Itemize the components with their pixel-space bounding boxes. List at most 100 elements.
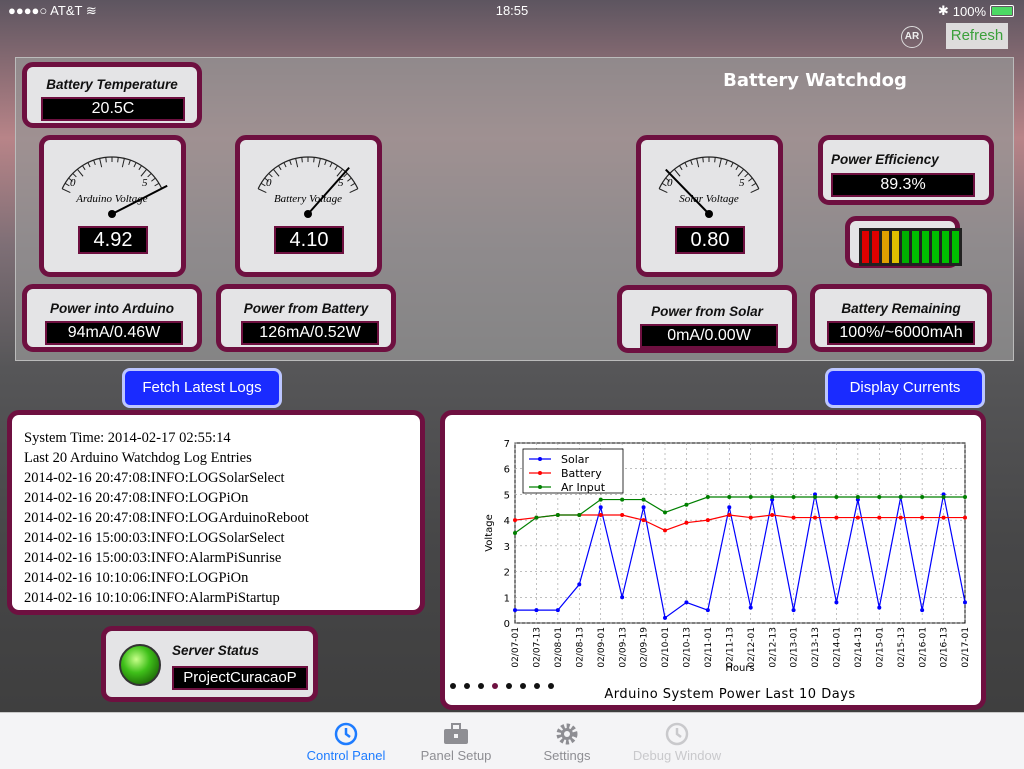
data-point (877, 495, 882, 499)
page-dot[interactable] (492, 683, 498, 689)
solar-voltage-gauge: 0 5 Solar Voltage 0.80 (636, 135, 783, 277)
page-indicator[interactable] (450, 683, 554, 689)
legend-marker (538, 471, 542, 475)
x-tick-label: 02/08-13 (575, 627, 585, 668)
gauge-tick (334, 165, 338, 171)
data-point (598, 505, 603, 510)
data-point (663, 615, 667, 620)
battery-level-bars (859, 228, 962, 266)
battery-level-segment (952, 231, 959, 263)
data-point (813, 495, 817, 499)
x-tick-label: 02/11-13 (725, 627, 735, 668)
power-from-solar-value: 0mA/0.00W (640, 324, 778, 348)
gauge-tick (725, 159, 728, 166)
chart-title: Arduino System Power Last 10 Days (604, 687, 855, 702)
gauge-tick (128, 159, 131, 166)
gauge-tick (735, 165, 739, 171)
page-dot[interactable] (478, 683, 484, 689)
data-point (791, 495, 796, 499)
page-dot[interactable] (548, 683, 554, 689)
fetch-logs-button[interactable]: Fetch Latest Logs (122, 368, 282, 408)
gauge-value: 4.92 (78, 226, 148, 254)
x-tick-label: 02/07-13 (533, 627, 543, 668)
data-point (555, 513, 560, 517)
gauge-tick (295, 158, 299, 168)
tab-settings[interactable]: Settings (507, 720, 627, 763)
data-point (534, 515, 539, 520)
gauge-tick (151, 177, 156, 182)
data-point (855, 515, 860, 520)
x-tick-label: 02/16-01 (918, 627, 928, 668)
page-dot[interactable] (464, 683, 470, 689)
data-point (705, 518, 710, 523)
page-dot[interactable] (506, 683, 512, 689)
page-dot[interactable] (520, 683, 526, 689)
battery-level-segment (892, 231, 899, 263)
tab-debug-window-label: Debug Window (632, 748, 722, 763)
server-status-value: ProjectCuracaoP (172, 666, 308, 690)
tab-control-panel[interactable]: Control Panel (286, 720, 406, 763)
gauge-tick (283, 162, 287, 168)
log-panel[interactable]: System Time: 2014-02-17 02:55:14 Last 20 … (7, 410, 425, 615)
battery-icon (990, 5, 1014, 17)
power-from-battery-label: Power from Battery (243, 301, 369, 316)
page-dot[interactable] (450, 683, 456, 689)
gauge-pivot (304, 210, 312, 218)
gauge-title: Arduino Voltage (75, 193, 148, 205)
clock: 18:55 (495, 3, 529, 18)
data-point (963, 515, 967, 520)
gauge-min-label: 0 (667, 177, 673, 189)
tab-debug-window[interactable]: Debug Window (617, 720, 737, 763)
log-line: 2014-02-16 20:47:08:INFO:LOGPiOn (24, 490, 249, 506)
gauge-tick (329, 162, 333, 168)
x-tick-label: 02/17-01 (961, 627, 971, 668)
gauge-tick (313, 157, 315, 163)
battery-temperature-value: 20.5C (41, 97, 185, 121)
data-point (555, 608, 560, 613)
gauge-tick (696, 158, 700, 168)
gauge-tick (154, 182, 160, 187)
legend-label: Solar (561, 453, 590, 466)
gauge-tick (257, 188, 267, 194)
clock-icon (617, 720, 737, 748)
battery-percent: 100% (952, 3, 986, 19)
data-point (641, 518, 646, 523)
gauge-tick (744, 173, 749, 178)
gauge-tick (87, 162, 91, 168)
data-point (877, 605, 882, 610)
log-line: 2014-02-16 15:00:03:INFO:LOGSolarSelect (24, 530, 285, 546)
data-point (813, 515, 817, 520)
gauge-tick (324, 159, 327, 166)
ar-button[interactable]: AR (901, 26, 923, 48)
gauge-tick (702, 157, 704, 163)
gauge-tick (679, 165, 683, 171)
power-from-battery-card: Power from Battery 126mA/0.52W (216, 284, 396, 352)
gauge-needle (307, 166, 350, 215)
x-tick-label: 02/08-01 (554, 627, 564, 668)
x-tick-label: 02/09-13 (618, 627, 628, 668)
battery-remaining-card: Battery Remaining 100%/~6000mAh (810, 284, 992, 352)
gauge-tick (272, 168, 280, 177)
page-dot[interactable] (534, 683, 540, 689)
tab-panel-setup[interactable]: Panel Setup (396, 720, 516, 763)
refresh-button[interactable]: Refresh (946, 23, 1008, 49)
data-point (727, 505, 732, 510)
legend-label: Battery (561, 467, 602, 480)
x-tick-label: 02/11-01 (704, 627, 714, 668)
y-tick-label: 5 (504, 490, 510, 501)
data-point (834, 495, 839, 499)
y-tick-label: 3 (504, 542, 510, 553)
power-chart-card[interactable]: 0 1 2 3 4 5 6 7 02/07-01 02/07-13 02/08-01 02/08-13… (440, 410, 986, 710)
tab-settings-label: Settings (543, 748, 591, 763)
data-point (770, 513, 775, 517)
data-point (620, 595, 625, 600)
data-point (791, 515, 796, 520)
battery-voltage-gauge: 0 5 Battery Voltage 4.10 (235, 135, 382, 277)
gauge-pivot (705, 210, 713, 218)
gauge-min-label: 0 (266, 177, 272, 189)
y-axis-label: Voltage (484, 514, 495, 552)
gauge-title: Battery Voltage (274, 193, 342, 205)
x-tick-label: 02/13-13 (811, 627, 821, 668)
power-from-battery-value: 126mA/0.52W (241, 321, 379, 345)
display-currents-button[interactable]: Display Currents (825, 368, 985, 408)
